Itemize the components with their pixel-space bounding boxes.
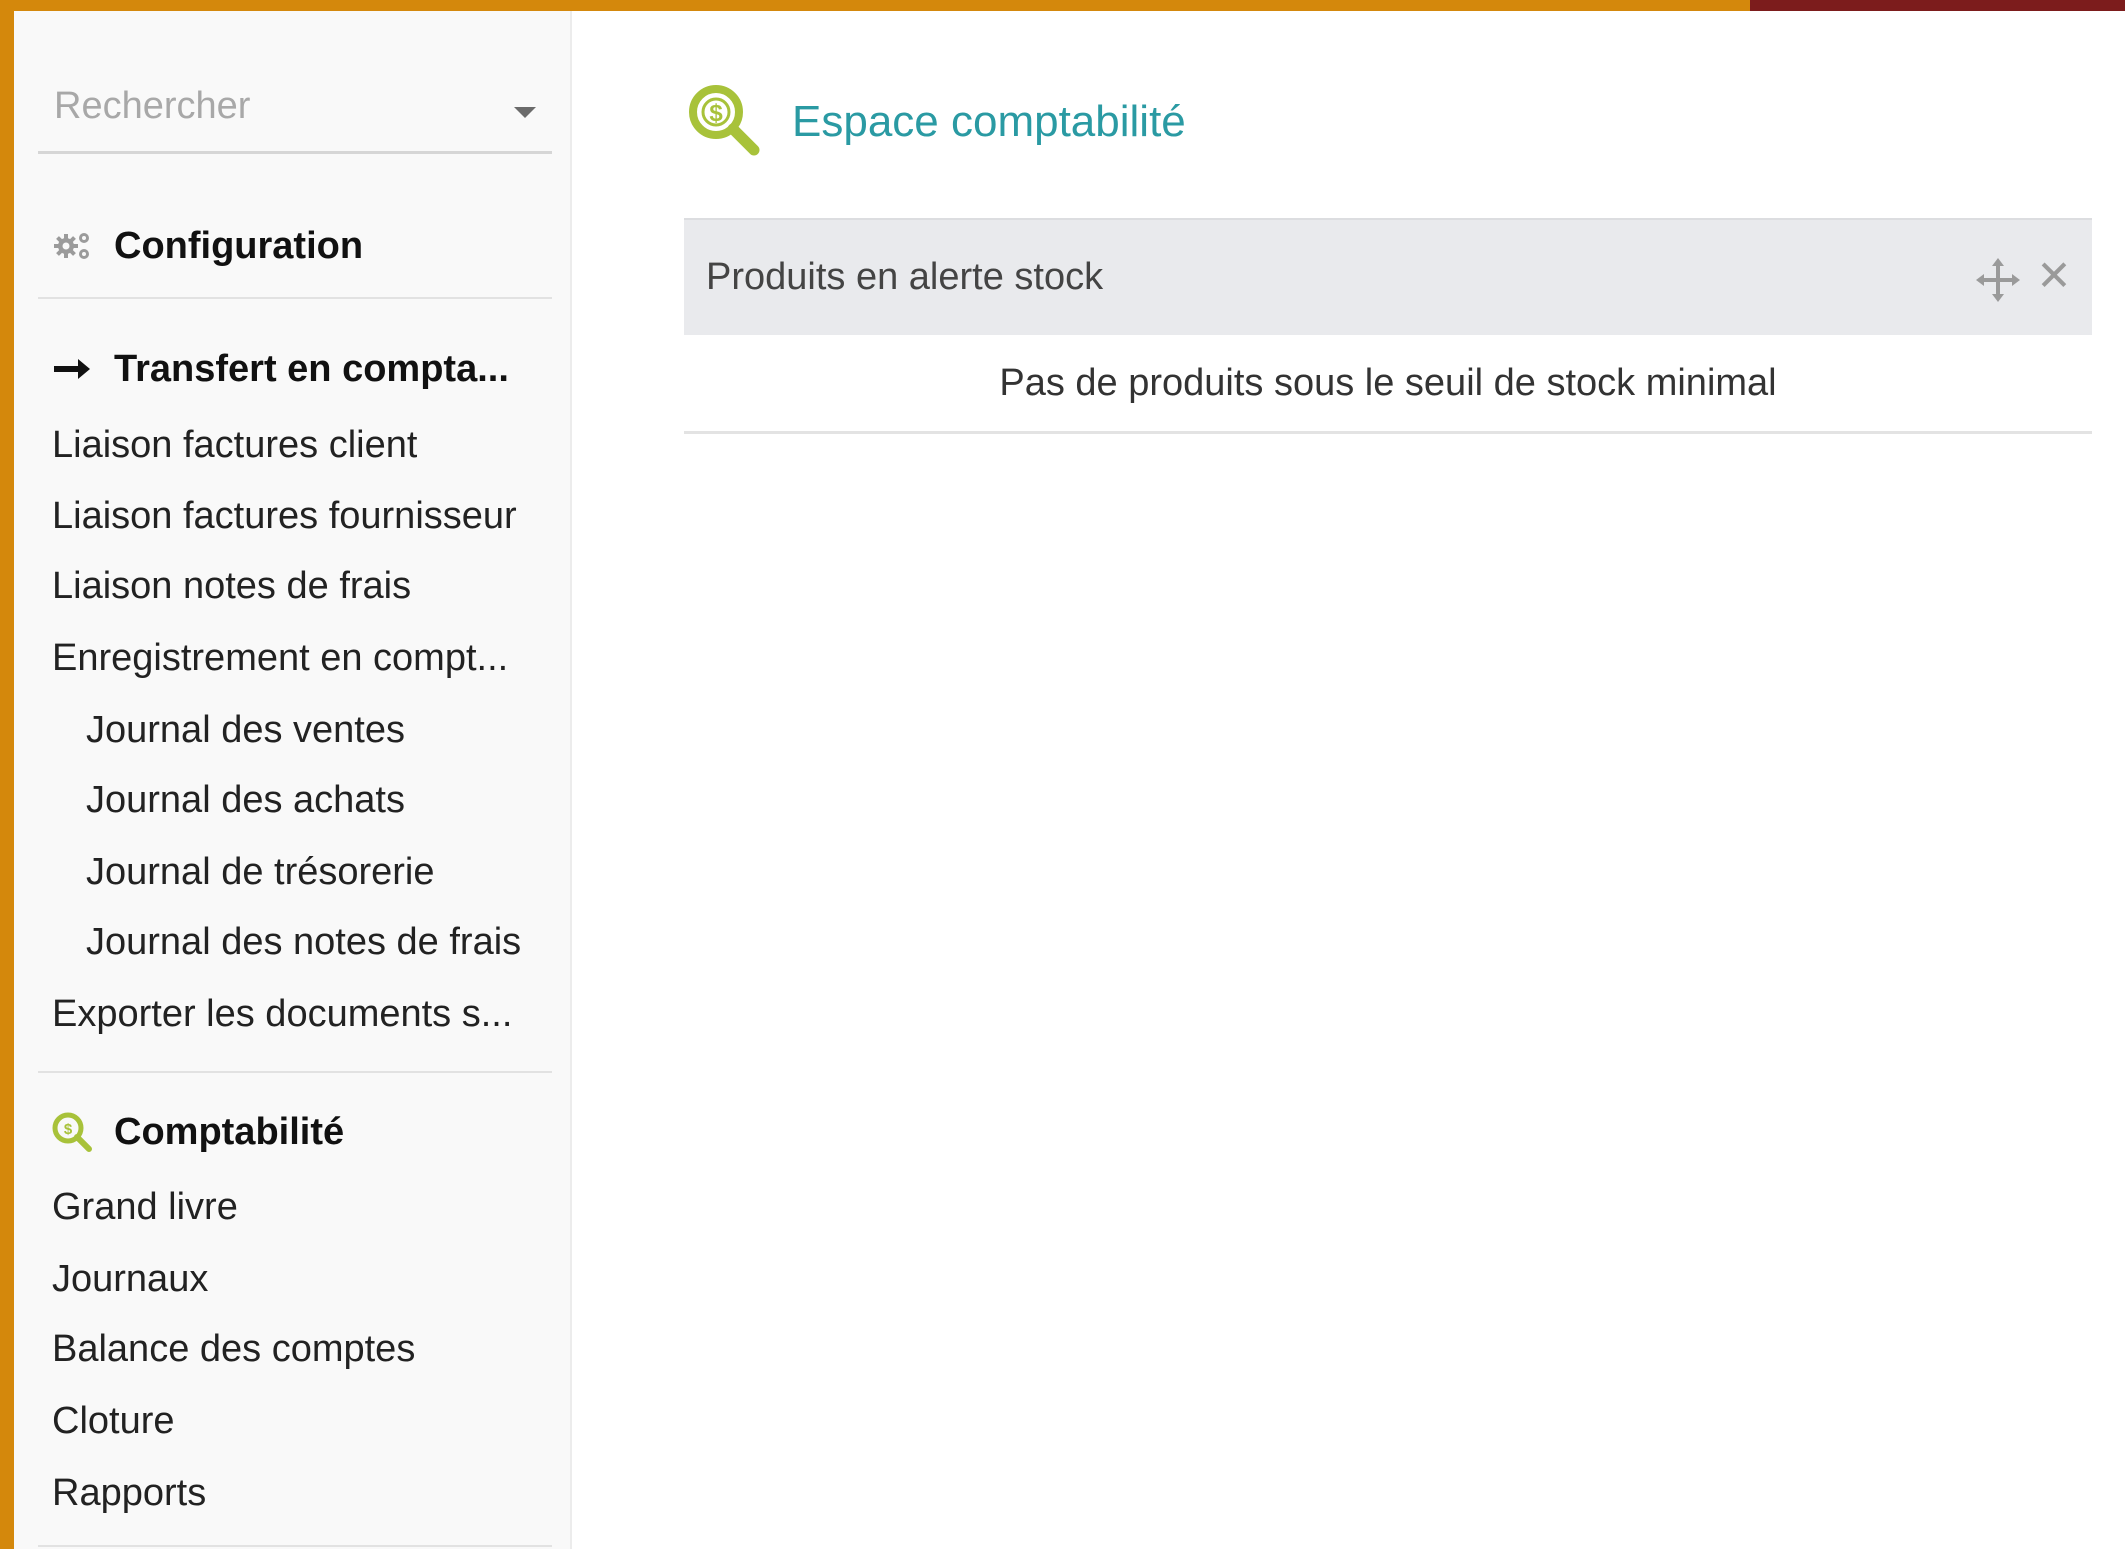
menu-item-exporter-documents[interactable]: Exporter les documents s... xyxy=(52,990,512,1038)
menu-section-label: Comptabilité xyxy=(114,1111,345,1153)
menu-item-grand-livre[interactable]: Grand livre xyxy=(52,1183,238,1231)
search-combobox[interactable] xyxy=(38,71,552,154)
menu-item-journaux[interactable]: Journaux xyxy=(52,1255,208,1303)
move-icon[interactable] xyxy=(1976,258,2020,302)
main-content: $ Espace comptabilité Produits en alerte… xyxy=(572,11,2125,1549)
window-frame-accent xyxy=(1750,0,2125,11)
menu-item-enregistrement-en-comptabilite[interactable]: Enregistrement en compt... xyxy=(52,634,508,682)
gears-icon xyxy=(54,233,89,259)
menu-item-balance-des-comptes[interactable]: Balance des comptes xyxy=(52,1325,415,1373)
app-window: Configuration Transfert en compta... Lia… xyxy=(14,11,2125,1549)
menu-section-configuration[interactable]: Configuration xyxy=(50,222,363,270)
accounting-search-icon: $ xyxy=(689,85,760,156)
page-title: Espace comptabilité xyxy=(792,97,1186,146)
stock-alert-widget: Produits en alerte stock ✕ Pas de produi… xyxy=(684,218,2092,434)
menu-section-label: Configuration xyxy=(114,225,364,267)
menu-section-comptabilite[interactable]: $ Comptabilité xyxy=(50,1108,344,1156)
arrow-right-icon xyxy=(54,359,90,379)
menu-item-liaison-notes-de-frais[interactable]: Liaison notes de frais xyxy=(52,562,411,610)
menu-item-cloture[interactable]: Cloture xyxy=(52,1397,175,1445)
svg-text:$: $ xyxy=(709,100,723,127)
widget-title: Produits en alerte stock xyxy=(706,256,1104,298)
sidebar: Configuration Transfert en compta... Lia… xyxy=(14,11,572,1549)
menu-item-rapports[interactable]: Rapports xyxy=(52,1469,206,1517)
menu-divider xyxy=(38,297,552,299)
accounting-search-icon: $ xyxy=(52,1112,92,1152)
svg-text:$: $ xyxy=(64,1121,73,1138)
search-input[interactable] xyxy=(54,81,494,131)
widget-empty-message: Pas de produits sous le seuil de stock m… xyxy=(684,335,2092,434)
menu-divider xyxy=(38,1545,552,1547)
menu-subitem-journal-des-notes-de-frais[interactable]: Journal des notes de frais xyxy=(86,918,521,966)
menu-subitem-journal-de-tresorerie[interactable]: Journal de trésorerie xyxy=(86,848,435,896)
menu-subitem-journal-des-ventes[interactable]: Journal des ventes xyxy=(86,706,405,754)
widget-header: Produits en alerte stock ✕ xyxy=(684,218,2092,335)
menu-section-label: Transfert en compta... xyxy=(114,348,509,390)
menu-item-liaison-factures-client[interactable]: Liaison factures client xyxy=(52,421,417,469)
menu-item-liaison-factures-fournisseur[interactable]: Liaison factures fournisseur xyxy=(52,492,517,540)
chevron-down-icon[interactable] xyxy=(514,107,536,118)
close-icon[interactable]: ✕ xyxy=(2032,254,2076,298)
menu-subitem-journal-des-achats[interactable]: Journal des achats xyxy=(86,776,405,824)
menu-divider xyxy=(38,1071,552,1073)
menu-section-transfer[interactable]: Transfert en compta... xyxy=(50,345,509,393)
